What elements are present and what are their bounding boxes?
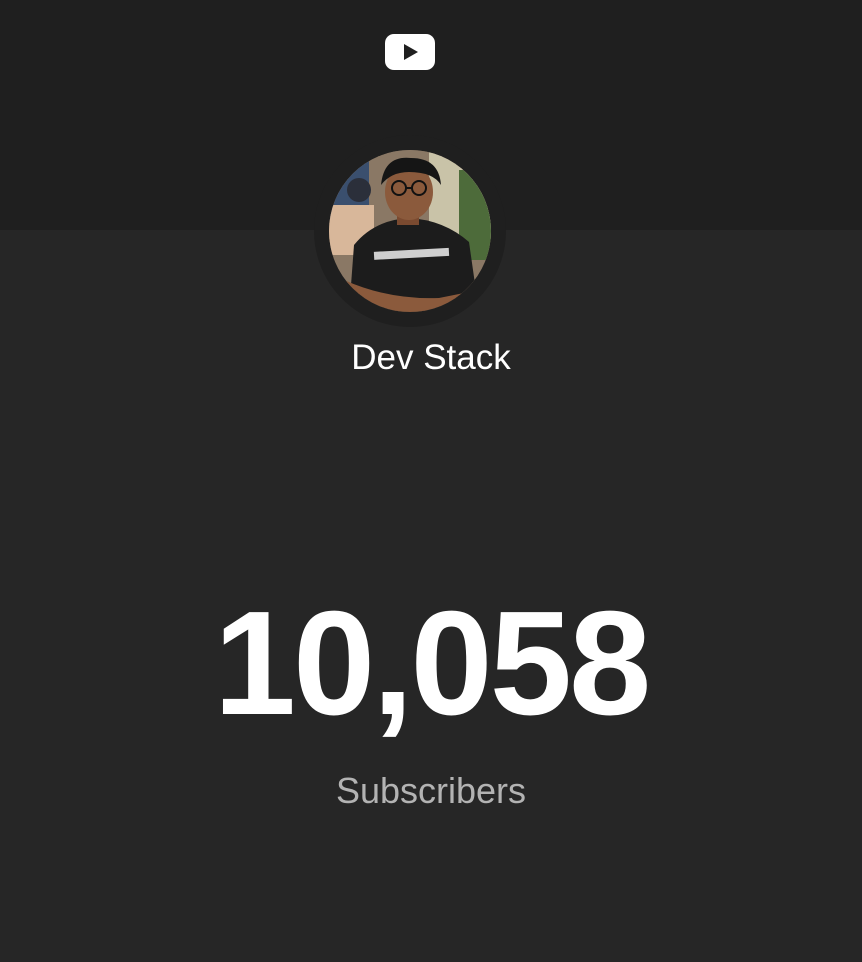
- subscriber-label: Subscribers: [335, 770, 527, 811]
- avatar-photo: [329, 150, 491, 312]
- channel-name: Dev Stack: [351, 338, 511, 377]
- subscriber-count: 10,058: [213, 581, 652, 746]
- subscriber-counter-page: Dev Stack 10,058 Subscribers: [0, 0, 862, 962]
- youtube-icon: [385, 34, 435, 70]
- avatar-ring: [314, 135, 506, 327]
- channel-avatar: [329, 150, 491, 312]
